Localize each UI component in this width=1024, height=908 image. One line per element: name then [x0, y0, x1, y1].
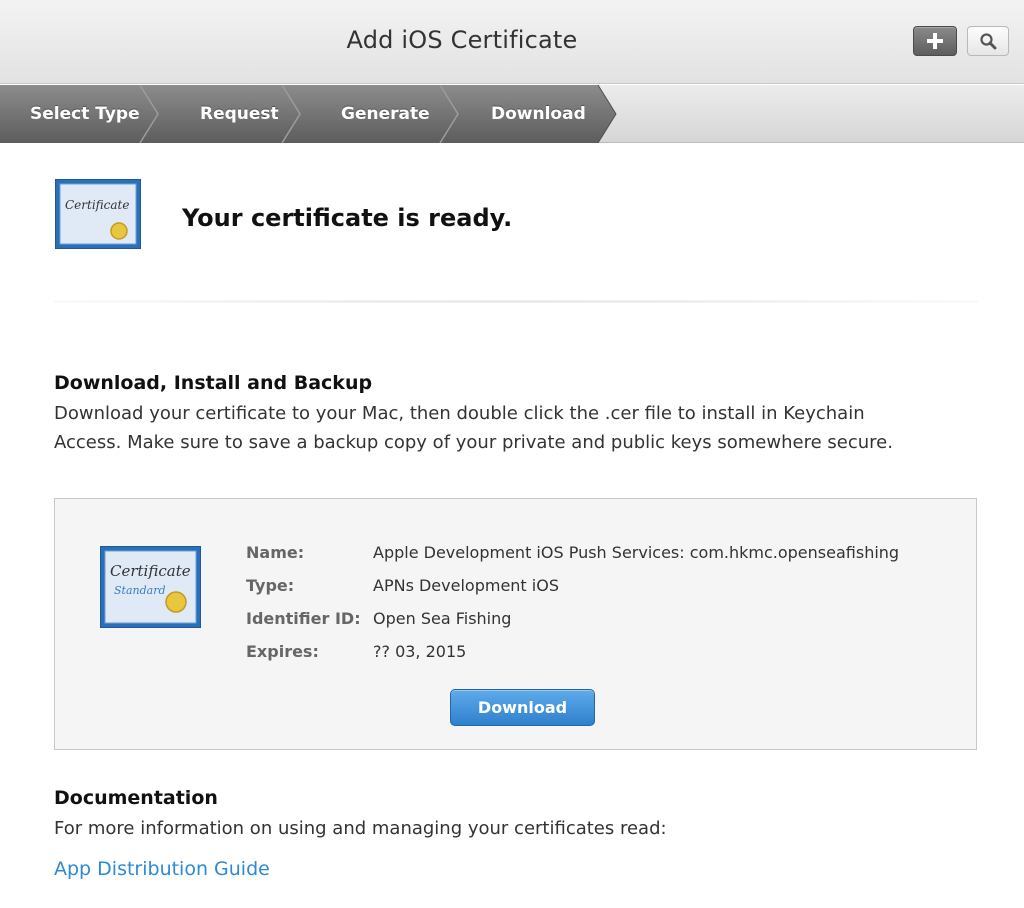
ready-title: Your certificate is ready. — [182, 204, 513, 232]
step-download: Download — [491, 104, 586, 124]
search-icon — [980, 33, 997, 50]
identifier-value: Open Sea Fishing — [373, 609, 512, 628]
backup-text-line-1: Download your certificate to your Mac, t… — [54, 403, 865, 424]
identifier-label: Identifier ID: — [246, 609, 361, 628]
backup-heading: Download, Install and Backup — [54, 372, 373, 394]
certificate-icon: Certificate — [55, 179, 141, 249]
name-label: Name: — [246, 543, 305, 562]
page-title: Add iOS Certificate — [346, 26, 578, 54]
step-request: Request — [200, 104, 279, 124]
certificate-details-panel: Certificate Standard Name: Apple Develop… — [54, 498, 977, 750]
step-select-type: Select Type — [30, 104, 140, 124]
app-distribution-guide-link[interactable]: App Distribution Guide — [54, 858, 270, 880]
type-label: Type: — [246, 576, 295, 595]
add-button[interactable] — [913, 26, 957, 56]
section-divider — [54, 300, 978, 303]
documentation-heading: Documentation — [54, 787, 218, 809]
download-button[interactable]: Download — [450, 689, 595, 726]
certificate-icon-subtext: Standard — [114, 584, 166, 597]
expires-label: Expires: — [246, 642, 319, 661]
search-button[interactable] — [967, 26, 1009, 56]
expires-value: ?? 03, 2015 — [373, 642, 467, 661]
name-value: Apple Development iOS Push Services: com… — [373, 543, 900, 562]
step-progress-bar: Select Type Request Generate Download — [0, 85, 1024, 143]
documentation-text: For more information on using and managi… — [54, 818, 667, 839]
type-value: APNs Development iOS — [373, 576, 559, 595]
certificate-icon-text: Certificate — [65, 198, 129, 212]
header-bar: Add iOS Certificate — [0, 0, 1024, 84]
certificate-standard-icon: Certificate Standard — [100, 546, 201, 628]
certificate-icon-text: Certificate — [110, 562, 191, 580]
backup-text-line-2: Access. Make sure to save a backup copy … — [54, 432, 893, 453]
step-generate: Generate — [341, 104, 430, 124]
plus-icon — [927, 33, 943, 49]
